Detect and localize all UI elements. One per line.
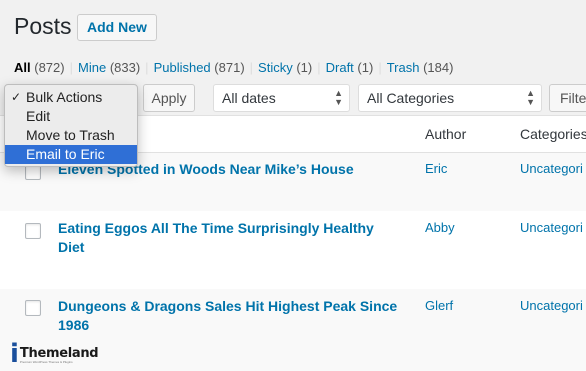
select-arrows-icon: ▲ ▼ bbox=[526, 88, 535, 107]
post-title-link[interactable]: Eating Eggos All The Time Surprisingly H… bbox=[58, 219, 403, 257]
categories-select[interactable]: All Categories ▲ ▼ bbox=[358, 84, 542, 112]
menu-item-edit[interactable]: Edit bbox=[5, 107, 137, 126]
apply-button[interactable]: Apply bbox=[143, 84, 195, 112]
dates-select[interactable]: All dates ▲ ▼ bbox=[213, 84, 350, 112]
author-link[interactable]: Abby bbox=[425, 220, 455, 235]
category-link[interactable]: Uncategori bbox=[520, 220, 583, 235]
column-header-author[interactable]: Author bbox=[425, 126, 466, 142]
menu-item-email-to-eric[interactable]: Email to Eric bbox=[5, 145, 137, 164]
table-row: Eating Eggos All The Time Surprisingly H… bbox=[0, 211, 586, 289]
post-title-link[interactable]: Dungeons & Dragons Sales Hit Highest Pea… bbox=[58, 297, 403, 335]
dates-select-value: All dates bbox=[222, 90, 276, 106]
bulk-actions-menu[interactable]: ✓ Bulk Actions Edit Move to Trash Email … bbox=[4, 84, 138, 167]
column-header-categories[interactable]: Categories bbox=[520, 126, 586, 142]
view-trash[interactable]: Trash (184) bbox=[387, 60, 454, 75]
logo-wordmark: Themeland bbox=[19, 346, 99, 361]
add-new-button[interactable]: Add New bbox=[77, 14, 157, 41]
menu-item-label: Bulk Actions bbox=[26, 89, 103, 105]
view-mine[interactable]: Mine (833) bbox=[78, 60, 140, 75]
page-title: Posts bbox=[14, 13, 72, 39]
view-published[interactable]: Published (871) bbox=[154, 60, 245, 75]
category-link[interactable]: Uncategori bbox=[520, 298, 583, 313]
menu-item-label: Email to Eric bbox=[26, 146, 105, 162]
select-arrows-icon: ▲ ▼ bbox=[334, 88, 343, 107]
row-checkbox[interactable] bbox=[25, 223, 41, 239]
row-checkbox[interactable] bbox=[25, 300, 41, 316]
logo-tagline: Premium WordPress Themes & Plugins bbox=[19, 360, 73, 364]
menu-item-label: Move to Trash bbox=[26, 127, 115, 143]
view-sticky[interactable]: Sticky (1) bbox=[258, 60, 312, 75]
checkmark-icon: ✓ bbox=[11, 90, 22, 104]
categories-select-value: All Categories bbox=[367, 90, 455, 106]
themeland-logo: i Themeland Premium WordPress Themes & P… bbox=[10, 331, 99, 369]
view-draft[interactable]: Draft (1) bbox=[326, 60, 374, 75]
view-all[interactable]: All (872) bbox=[14, 60, 65, 75]
author-link[interactable]: Glerf bbox=[425, 298, 453, 313]
menu-item-move-to-trash[interactable]: Move to Trash bbox=[5, 126, 137, 145]
view-filters: All (872) | Mine (833) | Published (871) | Sti… bbox=[14, 60, 454, 75]
category-link[interactable]: Uncategori bbox=[520, 161, 583, 176]
logo-letter: i bbox=[10, 339, 19, 369]
menu-item-label: Edit bbox=[26, 108, 51, 124]
author-link[interactable]: Eric bbox=[425, 161, 447, 176]
menu-item-bulk-actions[interactable]: ✓ Bulk Actions bbox=[5, 88, 137, 107]
filter-button[interactable]: Filte bbox=[549, 84, 586, 112]
